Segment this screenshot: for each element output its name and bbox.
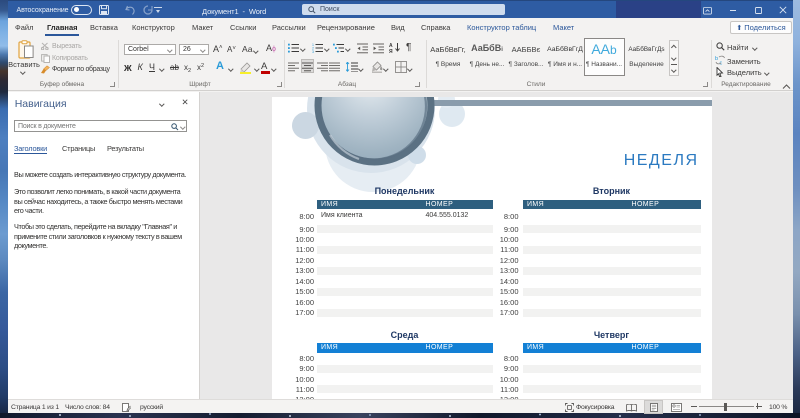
svg-text:3: 3 (312, 50, 314, 53)
svg-text:Я: Я (389, 49, 393, 53)
svg-text:b: b (715, 56, 718, 62)
svg-text:c: c (720, 61, 723, 66)
